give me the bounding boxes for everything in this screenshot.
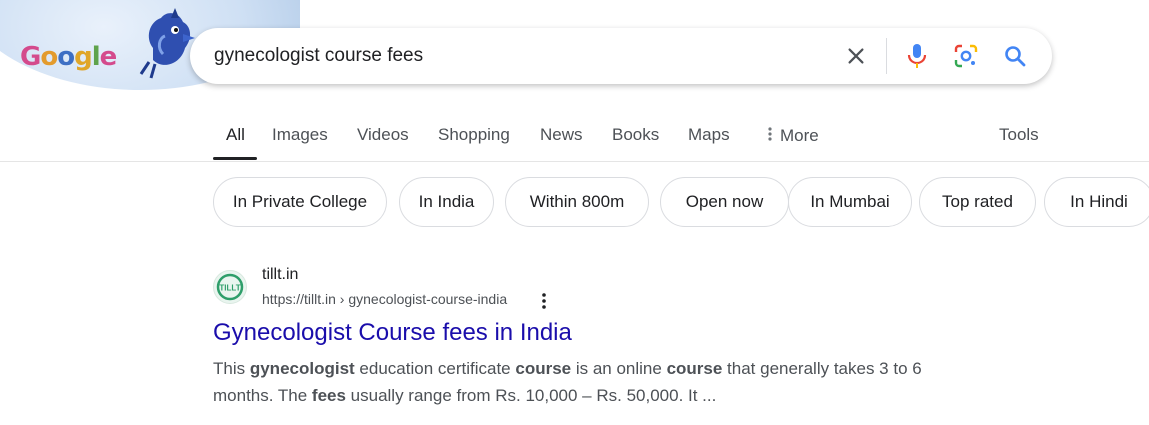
site-name[interactable]: tillt.in bbox=[262, 266, 298, 284]
tabs-divider bbox=[0, 161, 1149, 162]
svg-text:TILLT: TILLT bbox=[219, 284, 240, 293]
snippet-bold-term: fees bbox=[311, 386, 346, 405]
lens-icon[interactable] bbox=[950, 40, 982, 72]
search-divider bbox=[886, 38, 887, 74]
doodle-letter: G bbox=[20, 42, 41, 72]
chip-in-india[interactable]: In India bbox=[399, 177, 494, 227]
chip-top-rated[interactable]: Top rated bbox=[919, 177, 1036, 227]
snippet-line-1: This gynecologist education certificate … bbox=[213, 355, 973, 382]
result-title-link[interactable]: Gynecologist Course fees in India bbox=[213, 319, 572, 347]
bird-illustration bbox=[139, 8, 195, 79]
doodle-letter: e bbox=[99, 42, 118, 72]
chip-open-now[interactable]: Open now bbox=[660, 177, 789, 227]
close-icon[interactable] bbox=[840, 40, 872, 72]
snippet-bold-term: course bbox=[515, 359, 572, 378]
doodle-letter: l bbox=[91, 42, 101, 72]
site-url[interactable]: https://tillt.in › gynecologist-course-i… bbox=[262, 291, 507, 307]
doodle-wordmark: Google bbox=[20, 42, 118, 72]
chip-within-800m[interactable]: Within 800m bbox=[505, 177, 649, 227]
snippet-line-2: months. The fees usually range from Rs. … bbox=[213, 382, 973, 409]
snippet-text: This bbox=[213, 359, 250, 378]
mic-icon[interactable] bbox=[901, 40, 933, 72]
snippet-bold-term: course bbox=[666, 359, 723, 378]
doodle-letter: o bbox=[57, 42, 75, 72]
snippet-text: is an online bbox=[571, 359, 667, 378]
chip-private-college[interactable]: In Private College bbox=[213, 177, 387, 227]
tools-button[interactable]: Tools bbox=[999, 125, 1039, 145]
snippet-text: months. The bbox=[213, 386, 312, 405]
more-vert-icon[interactable] bbox=[535, 291, 553, 311]
search-box[interactable]: gynecologist course fees bbox=[190, 28, 1052, 84]
snippet-text: education certificate bbox=[354, 359, 516, 378]
snippet-text: that generally takes 3 to 6 bbox=[722, 359, 922, 378]
site-favicon: TILLT bbox=[213, 270, 247, 304]
result-snippet: This gynecologist education certificate … bbox=[213, 355, 973, 409]
tillt-logo-icon: TILLT bbox=[216, 273, 244, 301]
doodle-letter: o bbox=[40, 42, 58, 72]
search-icon[interactable] bbox=[999, 40, 1031, 72]
chip-in-mumbai[interactable]: In Mumbai bbox=[788, 177, 912, 227]
doodle-letter: g bbox=[74, 42, 93, 72]
snippet-text: usually range from Rs. 10,000 – Rs. 50,0… bbox=[345, 386, 717, 405]
search-input[interactable]: gynecologist course fees bbox=[214, 28, 423, 84]
more-vert-icon bbox=[768, 127, 772, 141]
snippet-bold-term: gynecologist bbox=[249, 359, 355, 378]
active-tab-underline bbox=[213, 157, 257, 160]
chip-in-hindi[interactable]: In Hindi bbox=[1044, 177, 1149, 227]
